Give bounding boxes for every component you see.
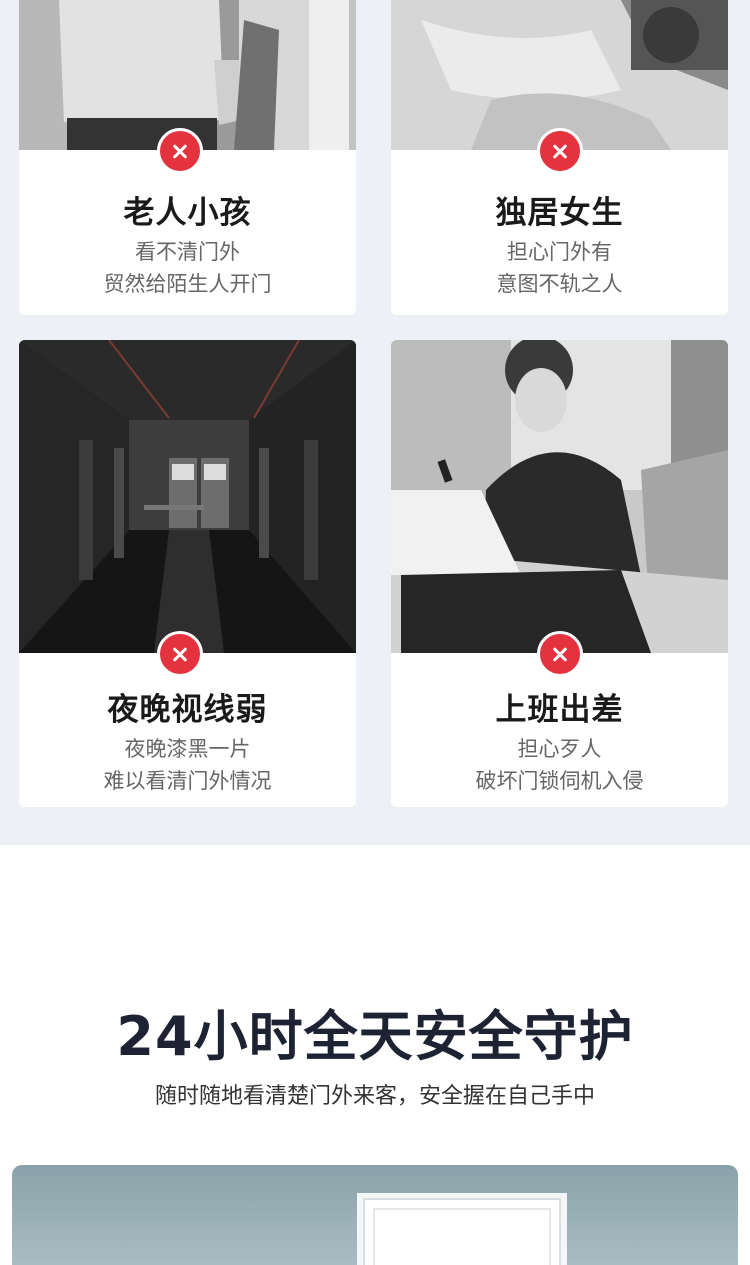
scenario-card-elderly-children: 老人小孩 看不清门外 贸然给陌生人开门	[19, 0, 356, 315]
dark-corridor-photo	[19, 340, 356, 653]
section-subline: 随时随地看清楚门外来客，安全握在自己手中	[154, 1084, 595, 1109]
x-mark-icon	[157, 128, 203, 174]
card-desc-line1: 看不清门外	[135, 240, 240, 264]
card-desc-line2: 意图不轨之人	[496, 272, 623, 296]
door-banner-image	[12, 1165, 738, 1265]
card-desc-line2: 贸然给陌生人开门	[103, 272, 272, 296]
child-photo	[19, 0, 356, 150]
card-desc-line1: 夜晚漆黑一片	[124, 737, 251, 761]
x-mark-icon	[157, 631, 203, 677]
businessman-laptop-photo	[391, 340, 728, 653]
card-title: 独居女生	[495, 195, 624, 231]
scenario-card-night: 夜晚视线弱 夜晚漆黑一片 难以看清门外情况	[19, 340, 356, 807]
card-desc-line1: 担心门外有	[507, 240, 612, 264]
card-desc-line2: 破坏门锁伺机入侵	[475, 769, 644, 793]
scenario-card-living-alone: 独居女生 担心门外有 意图不轨之人	[391, 0, 728, 315]
x-mark-icon	[537, 128, 583, 174]
door-illustration	[357, 1193, 567, 1265]
card-title: 夜晚视线弱	[107, 692, 268, 728]
x-mark-icon	[537, 631, 583, 677]
card-desc-line2: 难以看清门外情况	[103, 769, 272, 793]
card-desc-line1: 担心歹人	[517, 737, 602, 761]
card-title: 上班出差	[495, 692, 624, 728]
section-headline: 24小时全天安全守护	[116, 1005, 634, 1068]
scenario-card-business-trip: 上班出差 担心歹人 破坏门锁伺机入侵	[391, 340, 728, 807]
card-title: 老人小孩	[123, 195, 252, 231]
